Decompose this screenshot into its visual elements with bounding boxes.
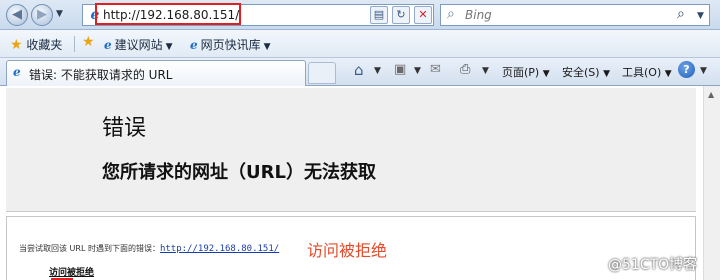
page-subtitle: 您所请求的网址（URL）无法获取 — [102, 162, 376, 183]
print-icon[interactable]: ⎙ — [460, 62, 470, 77]
chevron-down-icon[interactable]: ▼ — [374, 66, 381, 76]
error-header: 错误 您所请求的网址（URL）无法获取 — [6, 88, 696, 212]
detail-prefix: 当尝试取回该 URL 时遇到下面的错误： — [19, 244, 160, 253]
vertical-scrollbar[interactable]: ▲ — [703, 86, 720, 280]
chevron-down-icon[interactable]: ▼ — [700, 66, 707, 76]
requested-url-link[interactable]: http://192.168.80.151/ — [160, 244, 279, 254]
annotation-text: 访问被拒绝 — [307, 241, 388, 260]
watermark: @51CTO博客 — [608, 257, 698, 273]
feeds-icon[interactable]: ▣ — [394, 62, 406, 77]
tools-menu-label: 工具(O) — [622, 66, 662, 79]
page-title: 错误 — [102, 116, 147, 141]
page-menu-label: 页面(P) — [502, 66, 540, 79]
url-highlight-box — [95, 3, 241, 25]
ie-icon: e — [190, 38, 198, 52]
error-details: 当尝试取回该 URL 时遇到下面的错误：http://192.168.80.15… — [6, 216, 696, 280]
chevron-down-icon: ▼ — [664, 69, 672, 79]
chevron-down-icon: ▼ — [263, 42, 271, 52]
safety-menu[interactable]: 安全(S) ▼ — [562, 64, 610, 80]
suggested-sites-label: 建议网站 — [114, 38, 163, 52]
ie-icon: e — [104, 38, 112, 52]
address-toolbar: ◀ ▶ ▼ e http://192.168.80.151/ ▼ ▤ ↻ ✕ ⌕… — [0, 0, 720, 30]
mail-icon[interactable]: ✉ — [430, 62, 441, 77]
compatibility-view-icon[interactable]: ▤ — [370, 6, 388, 24]
detail-text: 当尝试取回该 URL 时遇到下面的错误：http://192.168.80.15… — [19, 243, 279, 254]
tab-command-bar: e 错误: 不能获取请求的 URL ⌂ ▼ ▣ ▼ ✉ ⎙ ▼ 页面(P) ▼ … — [0, 58, 720, 86]
web-slice-gallery-label: 网页快讯库 — [200, 38, 261, 52]
chevron-down-icon[interactable]: ▼ — [414, 66, 421, 76]
help-icon[interactable]: ? — [678, 61, 695, 78]
access-denied-text: 访问被拒绝 — [49, 268, 95, 278]
forward-button[interactable]: ▶ — [31, 4, 53, 26]
web-slice-gallery-button[interactable]: e 网页快讯库 ▼ — [190, 36, 271, 53]
recent-pages-dropdown-icon[interactable]: ▼ — [56, 9, 63, 19]
add-to-favorites-icon[interactable]: ★ — [82, 34, 95, 50]
search-provider-icon: ⌕ — [447, 6, 455, 22]
back-button[interactable]: ◀ — [6, 4, 28, 26]
ie-page-icon: e — [13, 65, 21, 79]
favorites-bar: ★ 收藏夹 ★ e 建议网站 ▼ e 网页快讯库 ▼ — [0, 30, 720, 58]
search-input[interactable] — [465, 7, 665, 23]
stop-icon[interactable]: ✕ — [414, 6, 432, 24]
star-icon: ★ — [10, 37, 23, 53]
scroll-up-icon[interactable]: ▲ — [708, 90, 714, 99]
page-menu[interactable]: 页面(P) ▼ — [502, 64, 550, 80]
refresh-icon[interactable]: ↻ — [392, 6, 410, 24]
tab-title: 错误: 不能获取请求的 URL — [29, 68, 173, 82]
chevron-down-icon: ▼ — [165, 42, 173, 52]
chevron-down-icon[interactable]: ▼ — [482, 66, 489, 76]
tools-menu[interactable]: 工具(O) ▼ — [622, 64, 672, 80]
chevron-down-icon: ▼ — [603, 69, 610, 79]
page-viewport: 错误 您所请求的网址（URL）无法获取 当尝试取回该 URL 时遇到下面的错误：… — [0, 86, 720, 280]
active-tab[interactable]: e 错误: 不能获取请求的 URL — [6, 60, 306, 86]
search-icon[interactable]: ⌕ — [677, 6, 685, 22]
suggested-sites-button[interactable]: e 建议网站 ▼ — [104, 36, 173, 53]
search-box[interactable]: ⌕ ⌕ ▼ — [440, 4, 710, 26]
favorites-label: 收藏夹 — [26, 38, 63, 52]
toolbar-divider — [74, 36, 75, 52]
safety-menu-label: 安全(S) — [562, 66, 600, 79]
chevron-down-icon: ▼ — [542, 69, 550, 79]
home-icon[interactable]: ⌂ — [354, 61, 364, 79]
favorites-button[interactable]: ★ 收藏夹 — [10, 36, 62, 53]
new-tab-button[interactable] — [308, 62, 336, 84]
search-dropdown-icon[interactable]: ▼ — [697, 11, 704, 21]
